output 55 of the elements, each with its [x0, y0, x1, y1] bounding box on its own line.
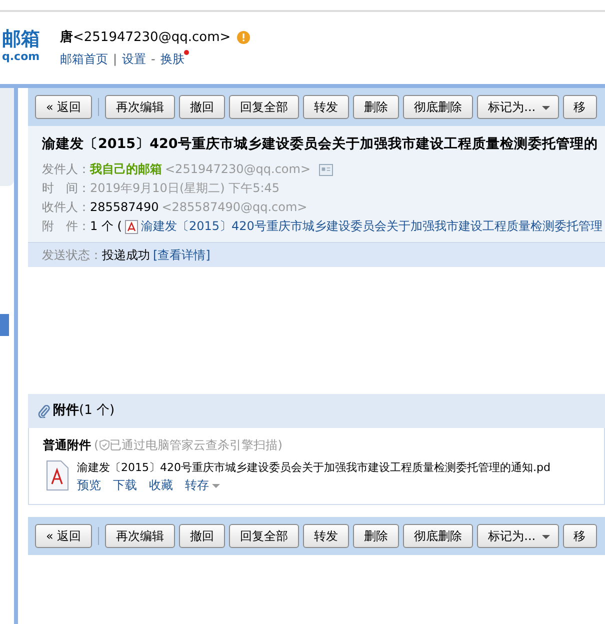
sent-time: 2019年9月10日(星期二) 下午5:45 [90, 181, 280, 196]
toolbar-button[interactable]: 删除 [353, 524, 400, 548]
toolbar-button[interactable]: 回复全部 [229, 524, 300, 548]
header-link[interactable]: 邮箱首页 [60, 52, 108, 66]
warning-icon[interactable] [236, 31, 250, 44]
separator: - [151, 52, 156, 66]
attachment-action-link[interactable]: 收藏 [149, 476, 173, 494]
recipient-name: 285587490 [90, 200, 159, 214]
separator: | [113, 52, 118, 66]
field-label: 发送状态： [42, 247, 102, 264]
attachment-action-link[interactable]: 下载 [113, 476, 137, 494]
scan-note-paren: ( [94, 436, 99, 454]
field-label: 时 间： [42, 181, 90, 196]
scan-note: 已通过电脑管家云查杀引擎扫描) [110, 436, 282, 454]
toolbar-button[interactable]: 彻底删除 [403, 95, 474, 119]
toolbar-button[interactable]: 转发 [303, 95, 350, 119]
toolbar-button[interactable]: 移 [562, 524, 597, 548]
mark-as-dropdown[interactable]: 标记为... [477, 524, 559, 548]
toolbar-button[interactable]: 撤回 [179, 95, 226, 119]
attachment-filename: 渝建发〔2015〕420号重庆市城乡建设委员会关于加强我市建设工程质量检测委托管理的通知.pd [77, 460, 550, 476]
shield-icon [98, 438, 110, 451]
toolbar-button[interactable]: 删除 [353, 95, 400, 119]
field-label: 发件人： [42, 161, 90, 178]
mail-subject: 渝建发〔2015〕420号重庆市城乡建设委员会关于加强我市建设工程质量检测委托管理的 [42, 135, 599, 154]
logo-domain: q.com [2, 49, 41, 66]
back-button[interactable]: « 返回 [35, 524, 92, 548]
details-link[interactable]: [查看详情] [153, 246, 210, 264]
attachments-title: 附件 [53, 402, 79, 420]
attachment-link[interactable]: 渝建发〔2015〕420号重庆市城乡建设委员会关于加强我市建设工程质量检测委托管理 [140, 217, 602, 236]
attachment-section-title: 普通附件 [43, 436, 91, 454]
back-button[interactable]: « 返回 [35, 95, 92, 119]
toolbar-button[interactable]: 彻底删除 [403, 524, 474, 548]
attachments-count: (1 个) [79, 402, 115, 420]
field-label: 收件人： [42, 200, 90, 214]
toolbar-button[interactable]: 转发 [303, 524, 350, 548]
header-link[interactable]: 换肤 [160, 52, 184, 66]
toolbar-button[interactable]: 再次编辑 [105, 95, 176, 119]
header-link[interactable]: 设置 [122, 52, 146, 66]
toolbar-button[interactable]: 回复全部 [229, 95, 300, 119]
recipient-address: <285587490@qq.com> [162, 200, 308, 214]
delivery-status: 投递成功 [102, 247, 150, 264]
contact-card-icon[interactable] [318, 164, 332, 176]
field-label: 附 件： [42, 218, 90, 236]
toolbar-button[interactable]: 撤回 [179, 524, 226, 548]
sender-address: <251947230@qq.com> [165, 161, 310, 178]
save-to-dropdown[interactable]: 转存 [185, 476, 220, 494]
account-name: 唐<251947230@qq.com> [60, 28, 231, 47]
mark-as-dropdown[interactable]: 标记为... [477, 95, 559, 119]
paperclip-icon [38, 404, 50, 418]
logo-text: 邮箱 [2, 30, 41, 50]
pdf-icon [124, 220, 138, 234]
attachment-count: 1 个 ( [90, 218, 122, 236]
toolbar-button[interactable]: 再次编辑 [105, 524, 176, 548]
attachment-action-link[interactable]: 预览 [77, 476, 101, 494]
toolbar-button[interactable]: 移 [562, 95, 597, 119]
